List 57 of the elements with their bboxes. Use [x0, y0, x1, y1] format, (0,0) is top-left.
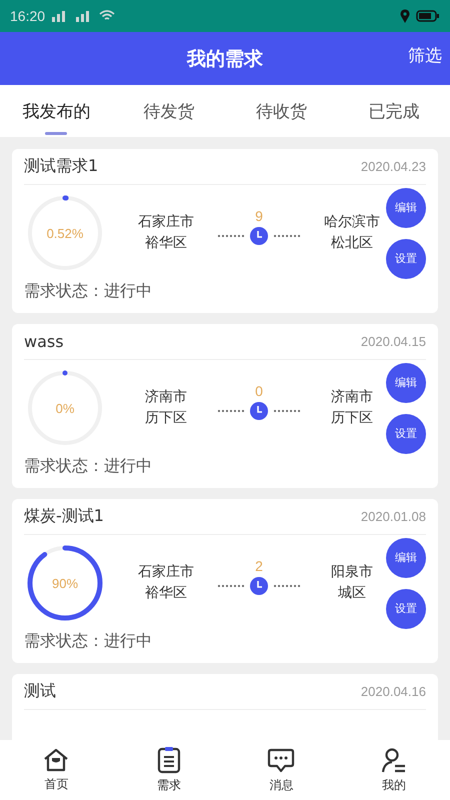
count-text: 0: [255, 382, 263, 398]
nav-item[interactable]: 消息: [225, 740, 338, 800]
status-text: 需求状态：进行中: [24, 456, 153, 477]
tab[interactable]: 我发布的: [0, 85, 112, 137]
destination-text: 历下区: [331, 409, 373, 428]
tab-indicator: [45, 132, 68, 135]
origin-text: 石家庄市: [138, 213, 194, 232]
clock-time: 16:20: [10, 8, 46, 24]
clock-icon: [250, 576, 268, 594]
status-text: 需求状态：进行中: [24, 281, 153, 302]
edit-button[interactable]: 编辑: [386, 188, 426, 228]
tab[interactable]: 待收货: [225, 85, 338, 137]
home-icon: [42, 747, 70, 773]
chat-icon: [267, 746, 296, 774]
destination-text: 松北区: [331, 234, 373, 253]
tab[interactable]: 已完成: [338, 85, 450, 137]
nav-item[interactable]: 我的: [338, 740, 450, 800]
destination-text: 济南市: [331, 388, 373, 407]
user-icon: [380, 746, 407, 774]
card-title: 测试: [24, 681, 56, 702]
origin-text: 石家庄市: [138, 563, 194, 582]
card-date: 2020.04.16: [360, 684, 426, 699]
wifi-icon: [99, 10, 116, 22]
settings-button[interactable]: 设置: [386, 588, 426, 628]
page-title: 我的需求: [187, 46, 263, 72]
card-title: wass: [24, 332, 64, 351]
status-text: 需求状态：进行中: [24, 631, 153, 652]
clipboard-icon: [156, 746, 181, 774]
progress-percent: 90%: [52, 576, 78, 590]
origin-text: 裕华区: [145, 584, 187, 603]
progress-percent: 0%: [56, 400, 74, 416]
progress-percent: 0.52%: [46, 226, 84, 240]
destination-text: 城区: [338, 584, 366, 603]
destination-text: 哈尔滨市: [324, 213, 380, 232]
tab[interactable]: 待发货: [112, 85, 225, 137]
settings-button[interactable]: 设置: [386, 238, 426, 278]
settings-button[interactable]: 设置: [386, 414, 426, 454]
location-icon: [400, 9, 410, 23]
battery-icon: [416, 10, 440, 22]
edit-button[interactable]: 编辑: [386, 362, 426, 402]
filter-link[interactable]: 筛选: [408, 44, 442, 67]
origin-text: 历下区: [145, 409, 187, 428]
destination-text: 阳泉市: [331, 563, 373, 582]
card-date: 2020.04.23: [360, 159, 426, 174]
clock-icon: [250, 402, 268, 420]
clock-icon: [250, 226, 268, 244]
card-title: 测试需求1: [24, 156, 98, 177]
card-date: 2020.04.15: [360, 334, 426, 349]
card-date: 2020.01.08: [360, 509, 426, 524]
origin-text: 裕华区: [145, 234, 187, 253]
nav-item[interactable]: 首页: [0, 740, 112, 800]
count-text: 9: [255, 208, 263, 224]
card-title: 煤炭-测试1: [24, 506, 104, 527]
count-text: 2: [255, 558, 263, 574]
nav-item[interactable]: 需求: [112, 740, 225, 800]
origin-text: 济南市: [145, 388, 187, 407]
edit-button[interactable]: 编辑: [386, 538, 426, 578]
